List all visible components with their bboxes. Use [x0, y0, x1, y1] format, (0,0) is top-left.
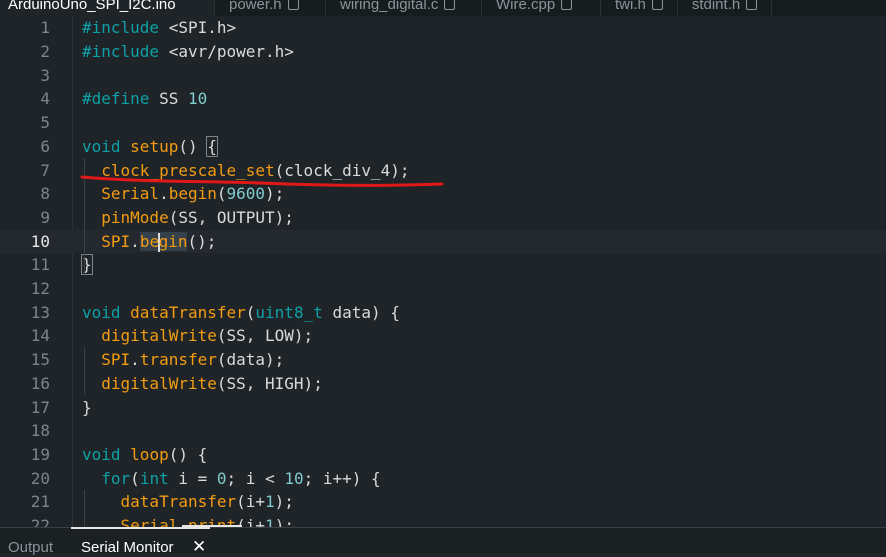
- red-underline-annotation: [80, 175, 444, 187]
- close-icon[interactable]: ✕: [181, 525, 244, 557]
- panel-tab-output[interactable]: Output: [8, 539, 53, 556]
- bottom-panel: Output Serial Monitor ✕: [0, 525, 886, 556]
- panel-tab-serial-monitor[interactable]: Serial Monitor: [71, 527, 209, 556]
